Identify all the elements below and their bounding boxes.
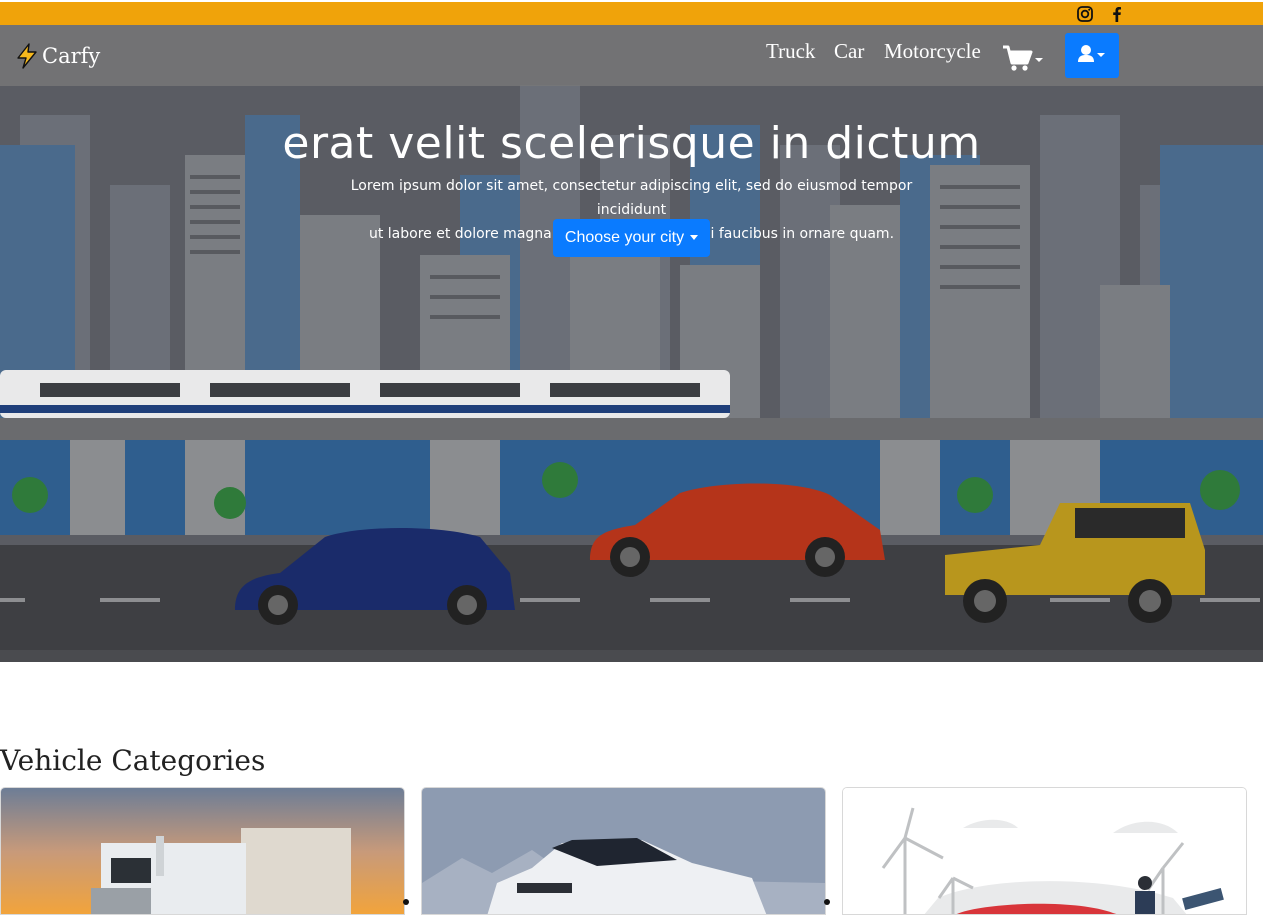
- brand-logo[interactable]: Carfy: [14, 41, 100, 71]
- category-card-truck[interactable]: [0, 787, 405, 915]
- carousel-dot: [403, 899, 409, 905]
- electric-car-illustration: [843, 788, 1246, 914]
- cart-icon: [1003, 45, 1043, 71]
- hero-title: erat velit scelerisque in dictum: [282, 118, 981, 169]
- top-bar: [0, 0, 1263, 25]
- nav-link-motorcycle[interactable]: Motorcycle: [884, 39, 981, 64]
- choose-city-dropdown[interactable]: Choose your city: [553, 219, 710, 257]
- truck-photo: [1, 788, 404, 914]
- brand-name: Carfy: [42, 44, 101, 68]
- car-photo: [422, 788, 825, 914]
- caret-down-icon: [690, 234, 699, 240]
- user-menu-button[interactable]: [1065, 33, 1119, 78]
- category-card-electric[interactable]: [842, 787, 1247, 915]
- choose-city-label: Choose your city: [564, 229, 685, 246]
- chevron-down-icon: [1035, 58, 1043, 62]
- cart-dropdown[interactable]: [1002, 45, 1046, 73]
- hero-description-line-1: Lorem ipsum dolor sit amet, consectetur …: [350, 178, 913, 218]
- nav-link-truck[interactable]: Truck: [766, 39, 815, 64]
- facebook-icon[interactable]: [1108, 5, 1126, 23]
- section-title-vehicle-categories: Vehicle Categories: [0, 744, 266, 777]
- instagram-icon[interactable]: [1076, 5, 1094, 23]
- carousel-dot: [824, 899, 830, 905]
- lightning-icon: [17, 43, 37, 69]
- navbar: Carfy Truck Car Motorcycle: [0, 25, 1263, 86]
- category-card-car[interactable]: [421, 787, 826, 915]
- user-icon: [1078, 45, 1105, 62]
- nav-link-car[interactable]: Car: [834, 39, 864, 64]
